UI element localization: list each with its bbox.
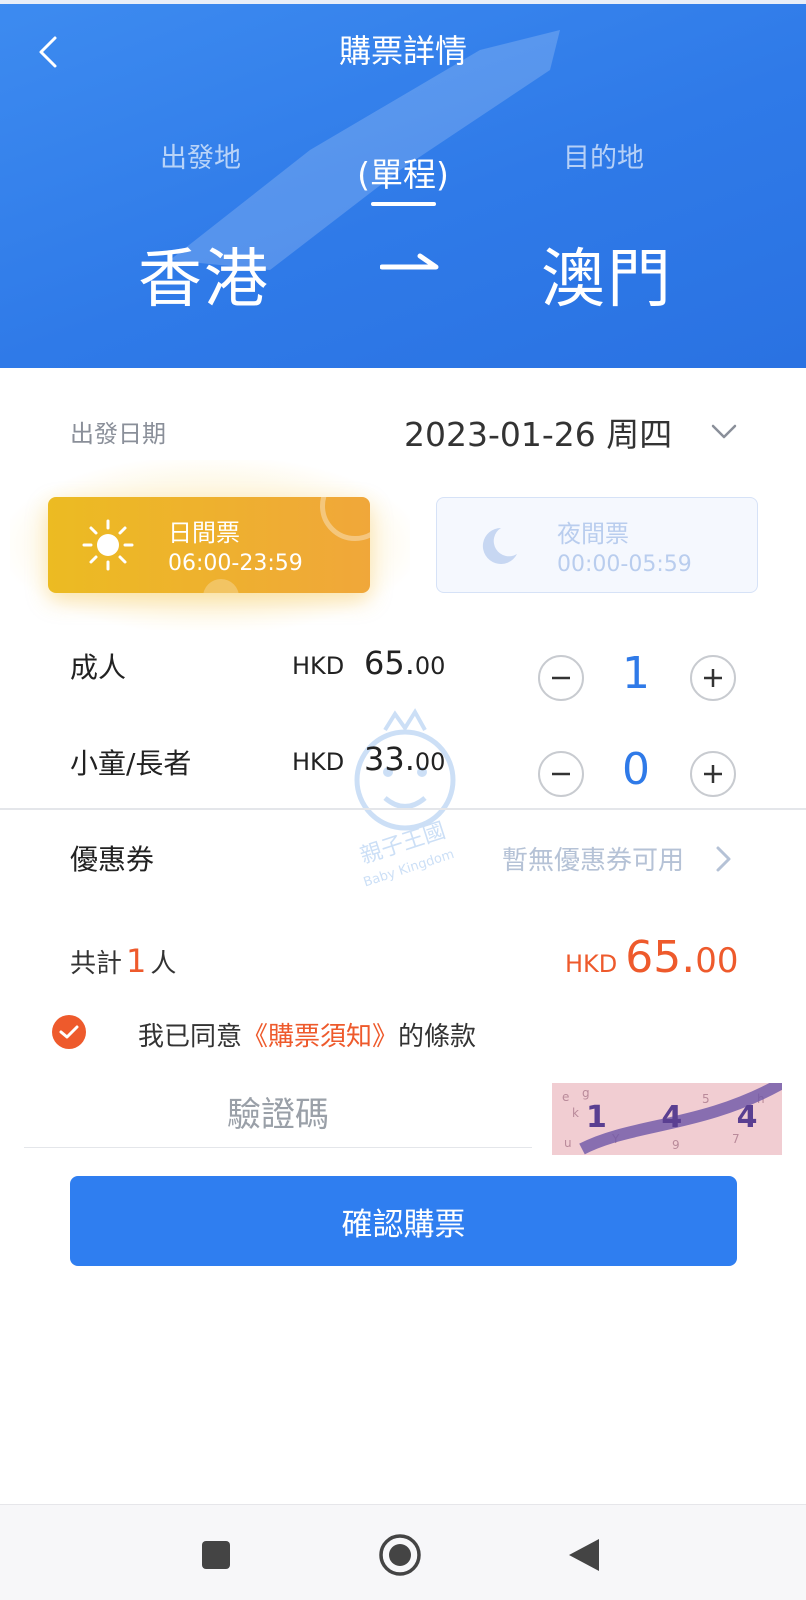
card-decoration — [203, 579, 239, 593]
agreement-text: 我已同意《購票須知》的條款 — [138, 1022, 477, 1052]
agreement-checkbox[interactable] — [52, 1015, 86, 1049]
departure-date-value[interactable]: 2023-01-26 周四 — [404, 408, 672, 456]
child-elder-currency: HKD — [292, 748, 345, 776]
day-ticket-hours: 06:00-23:59 — [168, 551, 303, 576]
system-nav-bar — [0, 1504, 806, 1600]
total-price: HKD 65.00 — [565, 932, 739, 983]
checkmark-icon — [59, 1025, 79, 1039]
adult-price: 65.00 — [364, 644, 446, 682]
chevron-down-icon[interactable] — [708, 418, 740, 446]
square-icon — [202, 1541, 230, 1569]
child-elder-price: 33.00 — [364, 740, 446, 778]
adult-increment-button[interactable] — [690, 655, 736, 701]
svg-text:9: 9 — [672, 1138, 680, 1152]
section-divider — [0, 808, 806, 810]
sun-icon — [82, 519, 134, 571]
origin-label: 出發地 — [160, 143, 241, 174]
night-ticket-hours: 00:00-05:59 — [557, 552, 692, 577]
captcha-input[interactable] — [24, 1082, 532, 1148]
baby-kingdom-watermark: 親子王國 Baby Kingdom — [354, 708, 456, 890]
minus-icon — [552, 676, 570, 680]
recent-apps-button[interactable] — [192, 1531, 240, 1579]
child-elder-label: 小童/長者 — [70, 747, 192, 780]
day-ticket-name: 日間票 — [168, 519, 240, 547]
adult-label: 成人 — [70, 651, 127, 684]
moon-icon — [482, 527, 517, 564]
adult-count: 1 — [622, 648, 650, 699]
chevron-right-icon[interactable] — [714, 844, 734, 874]
trip-type-tab[interactable]: (單程) — [356, 148, 450, 196]
circle-icon — [379, 1534, 421, 1576]
svg-text:k: k — [572, 1106, 579, 1120]
home-button[interactable] — [376, 1531, 424, 1579]
adult-currency: HKD — [292, 652, 345, 680]
destination-city[interactable]: 澳門 — [541, 228, 673, 320]
svg-text:e: e — [562, 1090, 569, 1104]
arrow-right-icon — [380, 253, 439, 270]
card-decoration — [320, 497, 370, 541]
child-elder-increment-button[interactable] — [690, 751, 736, 797]
coupon-value[interactable]: 暫無優惠券可用 — [502, 840, 684, 877]
total-passenger-count: 共計 1 人 — [70, 942, 177, 980]
confirm-purchase-button[interactable]: 確認購票 — [70, 1176, 737, 1266]
captcha-text: 1 4 4 6 — [586, 1100, 782, 1135]
page-title: 購票詳情 — [338, 32, 467, 70]
svg-text:u: u — [564, 1136, 572, 1150]
svg-text:g: g — [582, 1086, 590, 1100]
departure-date-label: 出發日期 — [70, 420, 166, 448]
adult-decrement-button[interactable] — [538, 655, 584, 701]
trip-type-underline — [371, 202, 436, 206]
plus-icon — [704, 765, 722, 783]
origin-city[interactable]: 香港 — [138, 228, 270, 320]
night-ticket-name: 夜間票 — [557, 520, 629, 548]
child-elder-decrement-button[interactable] — [538, 751, 584, 797]
coupon-label: 優惠券 — [70, 843, 155, 876]
plus-icon — [704, 669, 722, 687]
minus-icon — [552, 772, 570, 776]
destination-label: 目的地 — [563, 143, 644, 174]
captcha-image[interactable]: egk Y57 hu9 1 4 4 6 — [552, 1083, 782, 1155]
back-nav-button[interactable] — [560, 1531, 608, 1579]
child-elder-count: 0 — [622, 744, 650, 795]
status-bar-divider — [0, 0, 806, 4]
terms-link[interactable]: 《購票須知》 — [242, 1022, 398, 1052]
header-banner: 購票詳情 出發地 (單程) 目的地 香港 澳門 — [0, 0, 806, 368]
triangle-back-icon — [569, 1539, 599, 1571]
night-ticket-card[interactable]: 夜間票 00:00-05:59 — [436, 497, 758, 593]
day-ticket-card[interactable]: 日間票 06:00-23:59 — [48, 497, 370, 593]
